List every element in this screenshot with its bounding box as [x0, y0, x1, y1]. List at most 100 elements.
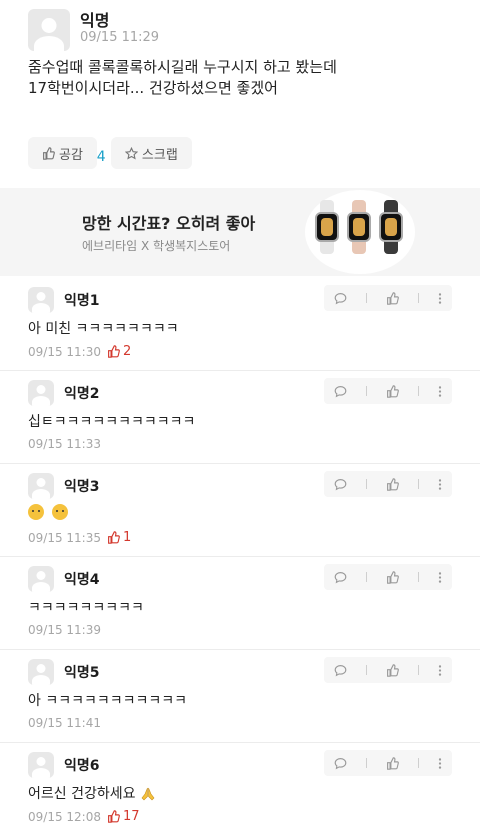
reply-icon[interactable] [334, 664, 347, 677]
like-button[interactable]: 공감 [28, 137, 97, 169]
vertical-dots-icon[interactable] [438, 664, 442, 677]
divider [365, 293, 367, 303]
ad-title: 망한 시간표? 오히려 좋아 [82, 214, 256, 233]
reply-icon[interactable] [334, 757, 347, 770]
comment-time: 09/15 11:33 [28, 437, 101, 451]
comment-text: 어르신 건강하세요 [28, 786, 136, 802]
divider [365, 665, 367, 675]
comment-tools [324, 471, 452, 497]
comment-meta: 09/15 11:30 2 [28, 344, 131, 359]
reply-icon[interactable] [334, 292, 347, 305]
thumbs-up-icon[interactable] [386, 756, 399, 770]
thumbs-up-icon[interactable] [386, 570, 399, 584]
vertical-dots-icon[interactable] [438, 478, 442, 491]
like-button-label: 공감 [59, 147, 83, 163]
divider [418, 386, 420, 396]
comment-like-value: 2 [122, 344, 132, 359]
thumbs-up-icon [108, 345, 120, 358]
comment-author: 익명5 [64, 665, 100, 681]
comment-time: 09/15 11:39 [28, 623, 101, 637]
watch-pink [347, 200, 371, 254]
face-emoji [28, 504, 44, 520]
watch-black [379, 200, 403, 254]
comment-meta: 09/15 11:35 1 [28, 530, 131, 545]
divider [365, 572, 367, 582]
comment-avatar [28, 566, 54, 592]
post-body-line: 줌수업때 콜록콜록하시길래 누구시지 하고 봤는데 [28, 58, 337, 76]
divider [418, 293, 420, 303]
comment-time: 09/15 11:35 [28, 530, 101, 545]
comment: 익명3 09/15 11:35 1 [0, 464, 480, 557]
comment-author: 익명6 [64, 758, 100, 774]
comment-author: 익명3 [64, 479, 100, 495]
post-body: 줌수업때 콜록콜록하시길래 누구시지 하고 봤는데 17학번이시더라... 건강… [28, 57, 458, 99]
comment-tools [324, 657, 452, 683]
divider [365, 479, 367, 489]
comment-time: 09/15 11:41 [28, 716, 101, 730]
vertical-dots-icon[interactable] [438, 757, 442, 770]
thumbs-up-icon[interactable] [386, 291, 399, 305]
thumbs-up-icon[interactable] [386, 477, 399, 491]
comment-time: 09/15 12:08 [28, 809, 101, 824]
scrap-button-label: 스크랩 [141, 147, 178, 163]
comment: 익명2 십ㅌㅋㅋㅋㅋㅋㅋㅋㅋㅋㅋㅋ 09/15 11:33 [0, 371, 480, 464]
reply-icon[interactable] [334, 571, 347, 584]
thumbs-up-icon [108, 531, 120, 544]
divider [418, 572, 420, 582]
comment-body: 어르신 건강하세요 [28, 783, 156, 803]
thumbs-up-icon[interactable] [386, 384, 399, 398]
comment-meta: 09/15 11:33 [28, 437, 101, 451]
comment-author: 익명2 [64, 386, 100, 402]
comment-author: 익명4 [64, 572, 100, 588]
comment-body: 아 미친 ㅋㅋㅋㅋㅋㅋㅋㅋ [28, 321, 179, 337]
scrap-button[interactable]: 스크랩 [110, 137, 192, 169]
comment-body [28, 504, 72, 520]
star-icon [124, 146, 138, 159]
comment-time: 09/15 11:30 [28, 344, 101, 359]
ad-subtitle: 에브리타임 X 학생복지스토어 [82, 239, 231, 253]
author-avatar [28, 9, 70, 51]
vertical-dots-icon[interactable] [438, 292, 442, 305]
post-actions: 공감 스크랩 [28, 137, 206, 169]
comment-avatar [28, 380, 54, 406]
divider [418, 665, 420, 675]
comment: 익명6 어르신 건강하세요 09/15 12:08 17 [0, 743, 480, 828]
divider [365, 758, 367, 768]
comment-like-value: 1 [122, 530, 132, 545]
comment-body: 아 ㅋㅋㅋㅋㅋㅋㅋㅋㅋㅋㅋ [28, 693, 188, 709]
thumbs-up-icon [43, 146, 55, 160]
face-emoji [52, 504, 69, 520]
post-time: 09/15 11:29 [80, 30, 160, 45]
reply-icon[interactable] [334, 385, 347, 398]
comment-body: 십ㅌㅋㅋㅋㅋㅋㅋㅋㅋㅋㅋㅋ [28, 414, 196, 430]
thumbs-up-icon[interactable] [386, 663, 399, 677]
comment-author: 익명1 [64, 293, 100, 309]
reply-icon[interactable] [334, 478, 347, 491]
divider [418, 479, 420, 489]
comment-avatar [28, 287, 54, 313]
ad-banner[interactable]: 망한 시간표? 오히려 좋아 에브리타임 X 학생복지스토어 [0, 188, 480, 276]
divider [418, 758, 420, 768]
thumbs-up-icon [108, 810, 120, 823]
comment-tools [324, 564, 452, 590]
post: 익명 09/15 11:29 줌수업때 콜록콜록하시길래 누구시지 하고 봤는데… [0, 0, 480, 204]
comment-list: 익명1 아 미친 ㅋㅋㅋㅋㅋㅋㅋㅋ 09/15 11:30 2 익명2 십ㅌㅋㅋ… [0, 278, 480, 828]
post-body-line: 17학번이시더라... 건강하셨으면 좋겠어 [28, 79, 278, 97]
comment: 익명5 아 ㅋㅋㅋㅋㅋㅋㅋㅋㅋㅋㅋ 09/15 11:41 [0, 650, 480, 743]
comment-avatar [28, 473, 54, 499]
comment-tools [324, 750, 452, 776]
watch-silver [315, 200, 339, 254]
comment-meta: 09/15 11:39 [28, 623, 101, 637]
comment-meta: 09/15 11:41 [28, 716, 101, 730]
vertical-dots-icon[interactable] [438, 571, 442, 584]
comment-meta: 09/15 12:08 17 [28, 809, 140, 824]
comment: 익명1 아 미친 ㅋㅋㅋㅋㅋㅋㅋㅋ 09/15 11:30 2 [0, 278, 480, 371]
vertical-dots-icon[interactable] [438, 385, 442, 398]
comment: 익명4 ㅋㅋㅋㅋㅋㅋㅋㅋㅋ 09/15 11:39 [0, 557, 480, 650]
comment-tools [324, 378, 452, 404]
comment-like-count: 17 [107, 809, 140, 824]
comment-like-value: 17 [122, 809, 140, 824]
comment-body: ㅋㅋㅋㅋㅋㅋㅋㅋㅋ [28, 600, 144, 616]
ad-watch-image [305, 190, 415, 274]
comment-avatar [28, 659, 54, 685]
